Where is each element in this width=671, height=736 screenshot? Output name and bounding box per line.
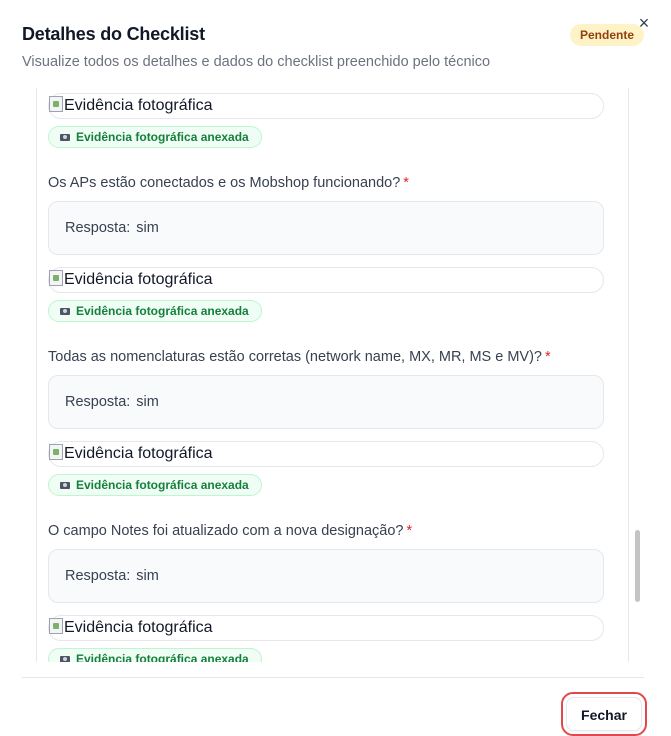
evidence-photo: Evidência fotográfica [48,267,604,293]
evidence-attached-label: Evidência fotográfica anexada [76,478,249,492]
answer-box: Resposta: sim [48,375,604,429]
checklist-question: O campo Notes foi atualizado com a nova … [48,523,412,539]
answer-prefix: Resposta: [65,568,131,584]
camera-icon [60,308,70,315]
broken-image-icon [49,444,63,460]
camera-icon [60,134,70,141]
evidence-photo-alt: Evidência fotográfica [64,445,213,462]
question-text: O campo Notes foi atualizado com a nova … [48,523,404,539]
status-badge: Pendente [570,24,644,46]
evidence-attached-label: Evidência fotográfica anexada [76,652,249,662]
broken-image-icon [49,96,63,112]
evidence-photo: Evidência fotográfica [48,441,604,467]
required-mark: * [545,349,551,365]
answer-value: sim [136,568,159,584]
camera-icon [60,482,70,489]
required-mark: * [403,175,409,191]
broken-image-icon [49,270,63,286]
checklist-details-modal: × Detalhes do Checklist Visualize todos … [0,0,671,736]
modal-subtitle: Visualize todos os detalhes e dados do c… [22,54,491,70]
scrollbar[interactable] [635,88,641,662]
answer-prefix: Resposta: [65,394,131,410]
checklist-scroll-area[interactable]: Evidência fotográfica Evidência fotográf… [36,88,629,662]
evidence-attached-badge: Evidência fotográfica anexada [48,474,262,496]
answer-value: sim [136,220,159,236]
answer-box: Resposta: sim [48,201,604,255]
modal-title: Detalhes do Checklist [22,24,205,44]
question-text: Todas as nomenclaturas estão corretas (n… [48,349,542,365]
answer-prefix: Resposta: [65,220,131,236]
close-button[interactable]: Fechar [566,697,642,731]
evidence-attached-badge: Evidência fotográfica anexada [48,648,262,662]
camera-icon [60,656,70,662]
evidence-photo: Evidência fotográfica [48,93,604,119]
evidence-attached-badge: Evidência fotográfica anexada [48,300,262,322]
scrollbar-thumb[interactable] [635,530,640,602]
checklist-question: Todas as nomenclaturas estão corretas (n… [48,349,551,365]
question-text: Os APs estão conectados e os Mobshop fun… [48,175,401,191]
close-button-focus-ring: Fechar [561,692,647,736]
evidence-attached-label: Evidência fotográfica anexada [76,130,249,144]
evidence-attached-badge: Evidência fotográfica anexada [48,126,262,148]
answer-box: Resposta: sim [48,549,604,603]
evidence-photo-alt: Evidência fotográfica [64,271,213,288]
footer-divider [22,677,644,678]
evidence-photo: Evidência fotográfica [48,615,604,641]
required-mark: * [406,523,413,539]
broken-image-icon [49,618,63,634]
answer-value: sim [136,394,159,410]
checklist-question: Os APs estão conectados e os Mobshop fun… [48,175,409,191]
evidence-photo-alt: Evidência fotográfica [64,619,213,636]
evidence-attached-label: Evidência fotográfica anexada [76,304,249,318]
evidence-photo-alt: Evidência fotográfica [64,97,213,114]
